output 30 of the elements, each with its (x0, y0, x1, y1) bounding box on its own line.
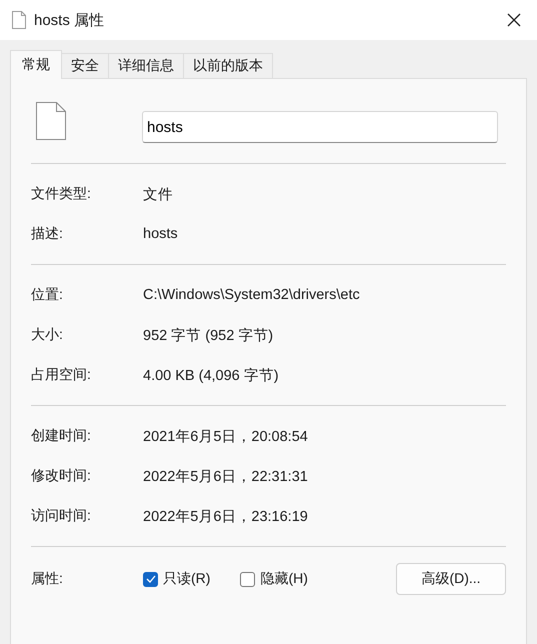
field-value: C:\Windows\System32\drivers\etc (143, 287, 360, 303)
checkbox[interactable] (240, 572, 256, 586)
field-value: 4.00 KB (4,096 字节) (143, 366, 279, 384)
advanced-button[interactable]: 高级(D)... (396, 563, 506, 595)
field-value: 2022年5月6日，23:16:19 (143, 508, 308, 526)
check-icon (146, 575, 156, 583)
field-label: 访问时间: (31, 507, 92, 525)
field-label: 大小: (31, 326, 64, 344)
checkbox-label[interactable]: 隐藏(H) (260, 570, 308, 588)
field-label: 位置: (31, 286, 64, 304)
close-icon (507, 13, 521, 27)
field-value: hosts (143, 226, 178, 242)
file-icon (12, 11, 26, 29)
field-value: 文件 (143, 186, 173, 204)
checkbox-label[interactable]: 只读(R) (163, 570, 210, 588)
field-value: 2022年5月6日，22:31:31 (143, 468, 308, 486)
checkbox[interactable] (143, 572, 158, 586)
tab[interactable]: 常规 (10, 50, 62, 79)
field-label: 占用空间: (31, 366, 92, 384)
field-label: 修改时间: (31, 467, 92, 485)
field-value: 2021年6月5日，20:08:54 (143, 428, 308, 446)
field-label: 属性: (31, 570, 64, 588)
window-title: hosts 属性 (34, 10, 106, 30)
tab[interactable]: 以前的版本 (183, 53, 273, 78)
field-value: 952 字节 (952 字节) (143, 326, 274, 344)
file-icon (36, 102, 66, 140)
field-label: 创建时间: (31, 427, 92, 445)
field-label: 文件类型: (31, 185, 92, 203)
field-label: 描述: (31, 225, 64, 243)
file-name-field[interactable]: hosts (142, 111, 498, 143)
